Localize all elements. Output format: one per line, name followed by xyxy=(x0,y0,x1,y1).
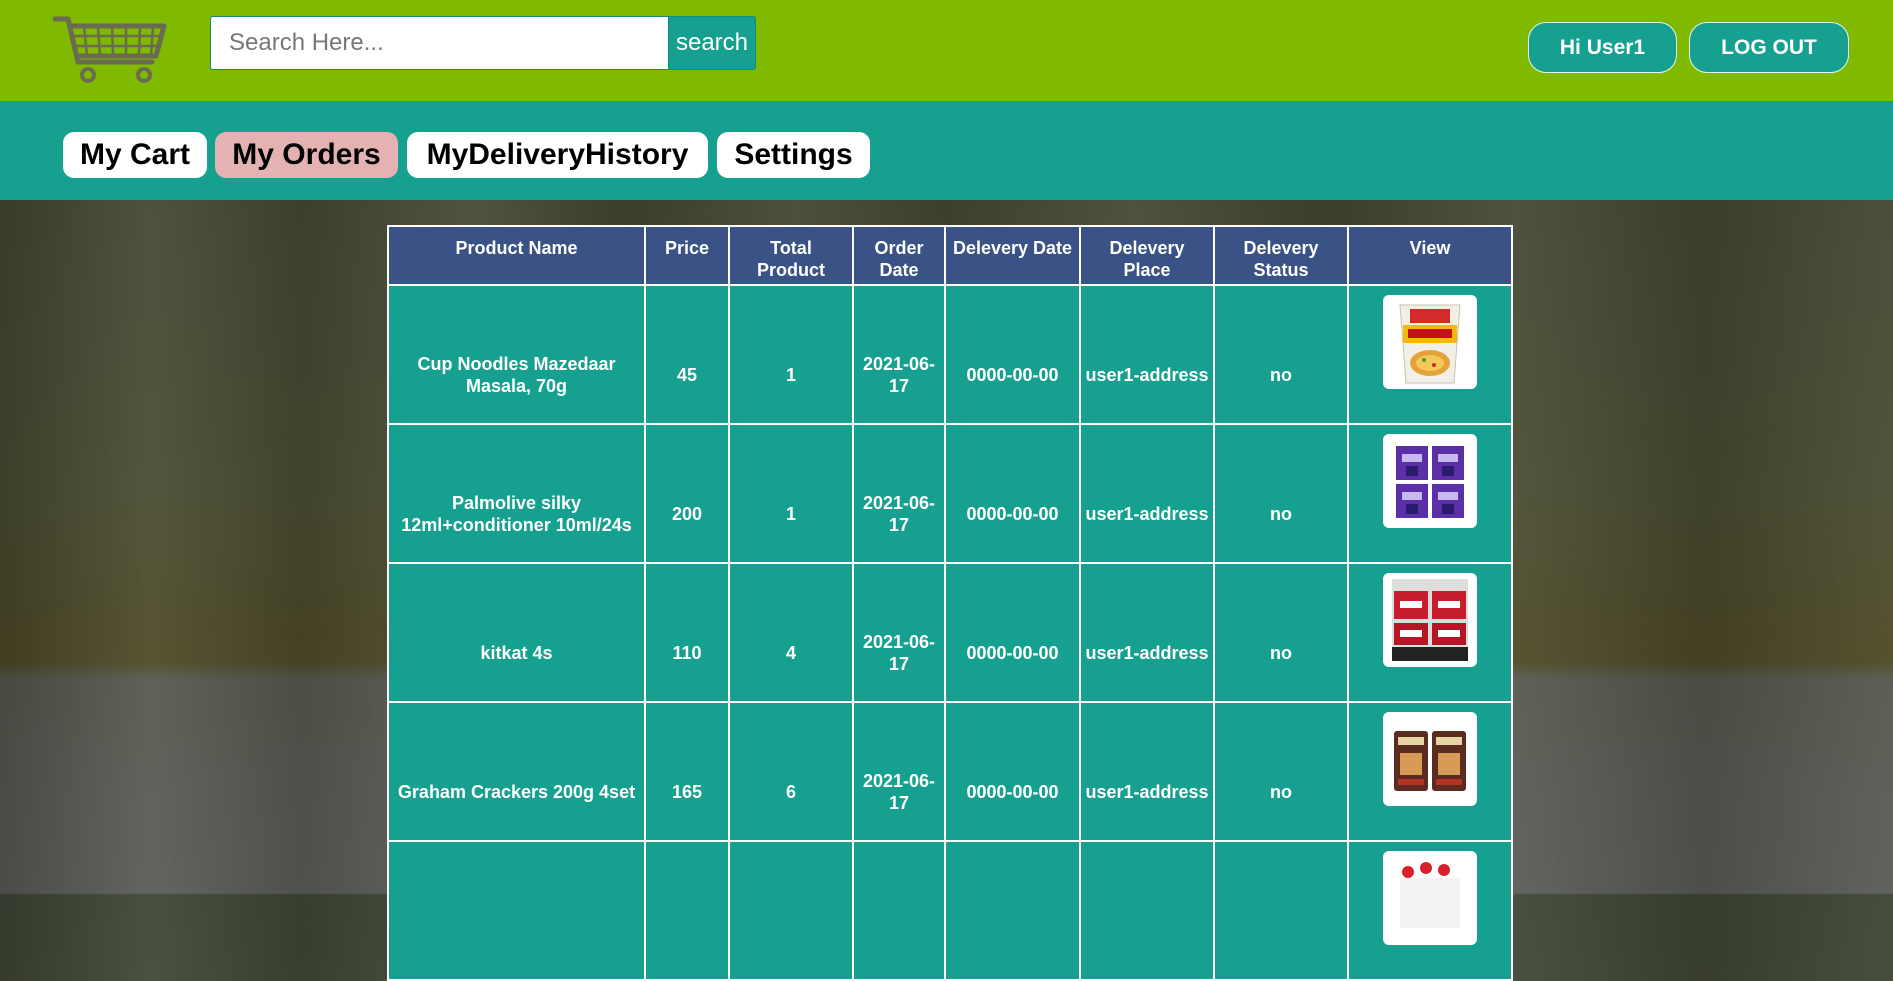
top-header: search Hi User1 LOG OUT xyxy=(0,0,1893,101)
total-product-cell: 1 xyxy=(728,284,854,425)
delivery-place-cell: user1-address xyxy=(1079,562,1215,703)
delivery-place-cell: user1-address xyxy=(1079,284,1215,425)
orders-table: Product Name Price Total Product Order D… xyxy=(387,225,1513,981)
search-button[interactable]: search xyxy=(668,16,756,70)
delivery-status-cell: no xyxy=(1213,284,1349,425)
table-row: Palmolive silky 12ml+conditioner 10ml/24… xyxy=(387,423,1513,564)
tab-my-orders[interactable]: My Orders xyxy=(215,132,398,178)
search-input[interactable] xyxy=(210,16,668,70)
delivery-date-cell: 0000-00-00 xyxy=(944,562,1081,703)
total-product-cell: 6 xyxy=(728,701,854,842)
column-header-product-name: Product Name xyxy=(387,225,646,286)
palmolive-product-image[interactable] xyxy=(1383,434,1477,528)
column-header-total-product: Total Product xyxy=(728,225,854,286)
product-name-cell xyxy=(387,840,646,981)
order-date-cell: 2021-06-17 xyxy=(852,562,946,703)
search-bar: search xyxy=(210,16,756,70)
delivery-status-cell: no xyxy=(1213,423,1349,564)
delivery-date-cell: 0000-00-00 xyxy=(944,701,1081,842)
column-header-delivery-date: Delevery Date xyxy=(944,225,1081,286)
logout-button[interactable]: LOG OUT xyxy=(1689,22,1849,73)
product-image[interactable] xyxy=(1383,851,1477,945)
product-name-cell: Cup Noodles Mazedaar Masala, 70g xyxy=(387,284,646,425)
cup-noodles-product-image[interactable] xyxy=(1383,295,1477,389)
tab-my-cart[interactable]: My Cart xyxy=(63,132,207,178)
column-header-view: View xyxy=(1347,225,1513,286)
price-cell: 165 xyxy=(644,701,730,842)
total-product-cell: 4 xyxy=(728,562,854,703)
total-product-cell: 1 xyxy=(728,423,854,564)
order-date-cell xyxy=(852,840,946,981)
delivery-status-cell: no xyxy=(1213,701,1349,842)
table-row: Cup Noodles Mazedaar Masala, 70g 45 1 20… xyxy=(387,284,1513,425)
order-date-cell: 2021-06-17 xyxy=(852,423,946,564)
price-cell xyxy=(644,840,730,981)
column-header-delivery-place: Delevery Place xyxy=(1079,225,1215,286)
view-cell xyxy=(1347,284,1513,425)
view-cell xyxy=(1347,840,1513,981)
delivery-status-cell xyxy=(1213,840,1349,981)
view-cell xyxy=(1347,423,1513,564)
table-row: kitkat 4s 110 4 2021-06-17 0000-00-00 us… xyxy=(387,562,1513,703)
table-row xyxy=(387,840,1513,981)
delivery-date-cell xyxy=(944,840,1081,981)
table-header-row: Product Name Price Total Product Order D… xyxy=(387,225,1513,286)
delivery-date-cell: 0000-00-00 xyxy=(944,423,1081,564)
delivery-status-cell: no xyxy=(1213,562,1349,703)
product-name-cell: Graham Crackers 200g 4set xyxy=(387,701,646,842)
view-cell xyxy=(1347,562,1513,703)
product-name-cell: Palmolive silky 12ml+conditioner 10ml/24… xyxy=(387,423,646,564)
graham-crackers-product-image[interactable] xyxy=(1383,712,1477,806)
column-header-delivery-status: Delevery Status xyxy=(1213,225,1349,286)
product-name-cell: kitkat 4s xyxy=(387,562,646,703)
price-cell: 45 xyxy=(644,284,730,425)
order-date-cell: 2021-06-17 xyxy=(852,284,946,425)
tab-settings[interactable]: Settings xyxy=(717,132,870,178)
delivery-date-cell: 0000-00-00 xyxy=(944,284,1081,425)
price-cell: 110 xyxy=(644,562,730,703)
tab-my-delivery-history[interactable]: MyDeliveryHistory xyxy=(407,132,708,178)
account-nav: My Cart My Orders MyDeliveryHistory Sett… xyxy=(0,101,1893,200)
price-cell: 200 xyxy=(644,423,730,564)
delivery-place-cell: user1-address xyxy=(1079,701,1215,842)
delivery-place-cell xyxy=(1079,840,1215,981)
order-date-cell: 2021-06-17 xyxy=(852,701,946,842)
table-row: Graham Crackers 200g 4set 165 6 2021-06-… xyxy=(387,701,1513,842)
kitkat-product-image[interactable] xyxy=(1383,573,1477,667)
column-header-price: Price xyxy=(644,225,730,286)
column-header-order-date: Order Date xyxy=(852,225,946,286)
total-product-cell xyxy=(728,840,854,981)
view-cell xyxy=(1347,701,1513,842)
delivery-place-cell: user1-address xyxy=(1079,423,1215,564)
shopping-cart-icon[interactable] xyxy=(52,14,168,84)
user-greeting-button[interactable]: Hi User1 xyxy=(1528,22,1677,73)
